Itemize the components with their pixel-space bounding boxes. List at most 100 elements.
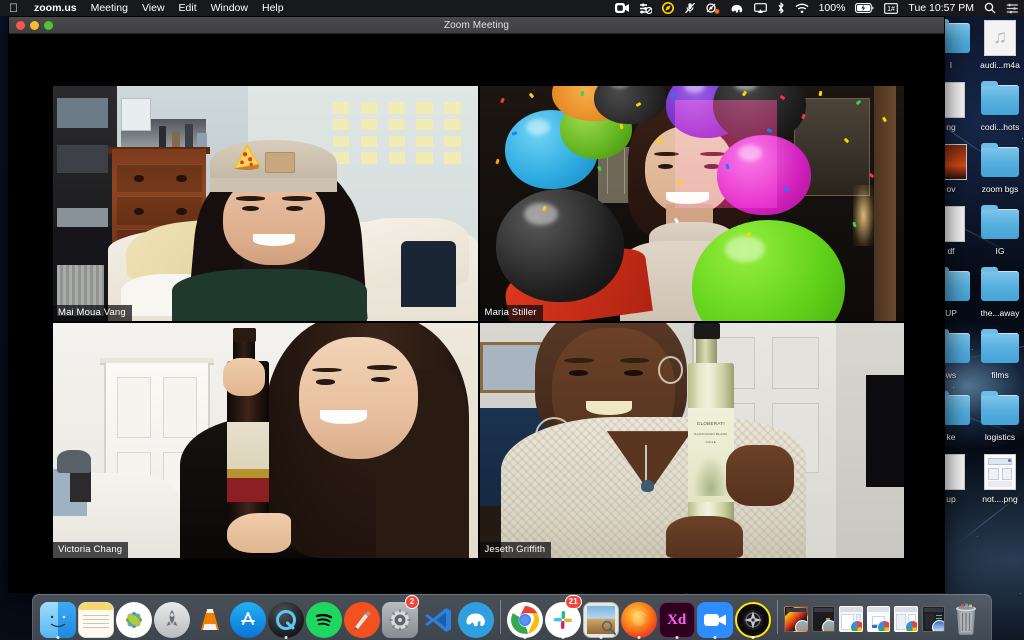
minimized-window-badge — [822, 620, 835, 631]
video-feed: GLOBERATI SAUVIGNON BLANC CHILE — [479, 323, 904, 558]
folder-icon — [979, 80, 1021, 120]
desktop-icon-folder[interactable]: films — [977, 328, 1023, 380]
yellow-circle-icon[interactable] — [657, 0, 679, 16]
desktop-icon-label: films — [991, 370, 1009, 380]
dock-item-chrome[interactable] — [506, 596, 543, 639]
dock-item-system-preferences[interactable]: 2 — [382, 595, 419, 638]
meeting-stage: Mai Moua Vang Maria Stiller Victoria Cha… — [9, 34, 944, 592]
video-tile-mai-moua-vang[interactable]: Mai Moua Vang — [53, 86, 478, 321]
desktop-icon-audio[interactable]: ♫ audi...m4a — [977, 18, 1023, 70]
dock-item-finder[interactable] — [40, 596, 76, 639]
evernote-elephant-icon[interactable] — [725, 0, 749, 16]
chrome-badge-icon — [904, 620, 917, 631]
window-title-bar[interactable]: Zoom Meeting — [9, 17, 944, 34]
hand — [222, 358, 266, 396]
vlc-cone-icon — [192, 602, 228, 638]
dock-item-slack[interactable]: 21 — [544, 595, 582, 639]
airplay-icon[interactable] — [749, 0, 772, 16]
dock[interactable]: 2 21 Xd — [32, 594, 992, 640]
running-indicator — [599, 636, 603, 639]
zoom-meeting-window[interactable]: Zoom Meeting Mai Moua Vang Maria Stiller… — [8, 16, 945, 593]
sticky-notes — [333, 102, 461, 164]
microphone-muted-icon[interactable] — [679, 0, 701, 16]
zoom-camera-icon — [696, 602, 733, 638]
desktop-icon-image[interactable]: not....png — [977, 452, 1023, 504]
keyboard-input-icon[interactable]: 1# — [879, 0, 903, 16]
dock-item-notes[interactable] — [78, 596, 114, 638]
desktop-icon-folder[interactable]: the...away — [977, 266, 1023, 318]
dock-item-app-store[interactable] — [230, 596, 266, 638]
desktop-icon-folder[interactable]: logistics — [977, 390, 1023, 442]
chrome-badge-icon — [849, 620, 862, 631]
video-tile-maria-stiller[interactable]: Maria Stiller — [479, 86, 904, 321]
video-feed — [53, 323, 478, 558]
screen-record-icon[interactable] — [701, 0, 725, 16]
menu-item-edit[interactable]: Edit — [172, 2, 204, 14]
video-tile-victoria-chang[interactable]: Victoria Chang — [53, 323, 478, 558]
running-indicator — [637, 636, 641, 639]
badge-count: 2 — [405, 595, 419, 609]
dock-item-compass-app[interactable] — [734, 596, 771, 639]
compass-icon — [734, 602, 771, 638]
preview-icon — [344, 602, 380, 638]
control-center-icon[interactable] — [1001, 0, 1024, 16]
battery-charging-icon[interactable] — [850, 0, 879, 16]
dock-item-vlc[interactable] — [192, 596, 228, 638]
music-note-icon: ♫ — [979, 18, 1021, 58]
minimized-window-dark-editor[interactable] — [811, 606, 836, 632]
running-indicator — [284, 636, 288, 639]
search-icon[interactable] — [979, 0, 1001, 16]
minimized-window-chrome-3[interactable] — [894, 606, 918, 632]
desktop-icon-folder[interactable]: codi...hots — [977, 80, 1023, 132]
participant-name-label: Maria Stiller — [479, 305, 543, 321]
dock-item-quicktime[interactable] — [268, 596, 304, 639]
minimized-window-heatmap[interactable] — [784, 606, 808, 632]
svg-text:1#: 1# — [888, 6, 896, 13]
minimized-window-chrome-2[interactable] — [866, 606, 891, 632]
minimized-window-badge — [931, 620, 944, 631]
desktop-icon-label: audi...m4a — [980, 60, 1020, 70]
menu-bar-clock[interactable]: Tue 10:57 PM — [903, 0, 979, 16]
spotify-icon — [306, 602, 342, 638]
dock-item-photos[interactable] — [116, 596, 152, 638]
chrome-icon — [506, 602, 543, 638]
menu-app-name[interactable]: zoom.us — [27, 2, 84, 14]
running-indicator — [751, 636, 755, 639]
video-feed — [53, 86, 478, 321]
video-tile-jeseth-griffith[interactable]: GLOBERATI SAUVIGNON BLANC CHILE Jeseth G… — [479, 323, 904, 558]
dock-item-preview[interactable] — [344, 596, 380, 638]
running-indicator — [523, 636, 527, 639]
menu-item-meeting[interactable]: Meeting — [84, 2, 135, 14]
pizza-sticker-icon — [233, 144, 260, 171]
apple-logo-icon[interactable]:  — [0, 2, 27, 15]
network-stats-icon[interactable] — [634, 0, 657, 16]
bluetooth-icon[interactable] — [772, 0, 790, 16]
app-store-icon — [230, 602, 266, 638]
running-indicator — [675, 636, 679, 639]
dock-item-zoom[interactable] — [696, 596, 733, 639]
battery-percent-label: 100% — [818, 2, 846, 14]
dock-item-launchpad[interactable] — [154, 596, 190, 638]
desktop-icon-column: ♫ audi...m4a codi...hots zoom bgs IG the… — [977, 18, 1023, 514]
desktop-icon-folder[interactable]: IG — [977, 204, 1023, 256]
window-title: Zoom Meeting — [443, 19, 510, 31]
video-grid: Mai Moua Vang Maria Stiller Victoria Cha… — [53, 86, 904, 558]
dock-item-image-capture[interactable] — [582, 596, 619, 639]
menu-item-window[interactable]: Window — [204, 2, 255, 14]
balloon — [496, 189, 624, 303]
video-camera-icon[interactable] — [610, 0, 634, 16]
menu-item-help[interactable]: Help — [255, 2, 291, 14]
desktop-icon-folder[interactable]: zoom bgs — [977, 142, 1023, 194]
wifi-icon[interactable] — [790, 0, 814, 16]
launchpad-icon — [154, 602, 190, 638]
dock-item-vscode[interactable] — [420, 596, 456, 638]
dock-item-firefox[interactable] — [620, 596, 657, 639]
dock-item-evernote[interactable] — [458, 596, 494, 638]
minimized-window-code-editor[interactable] — [921, 606, 945, 632]
dock-item-spotify[interactable] — [306, 596, 342, 638]
folder-icon — [979, 266, 1021, 306]
trash-icon[interactable] — [951, 601, 981, 635]
dock-item-adobe-xd[interactable]: Xd — [658, 596, 695, 639]
minimized-window-chrome-1[interactable] — [839, 606, 863, 632]
menu-item-view[interactable]: View — [135, 2, 172, 14]
